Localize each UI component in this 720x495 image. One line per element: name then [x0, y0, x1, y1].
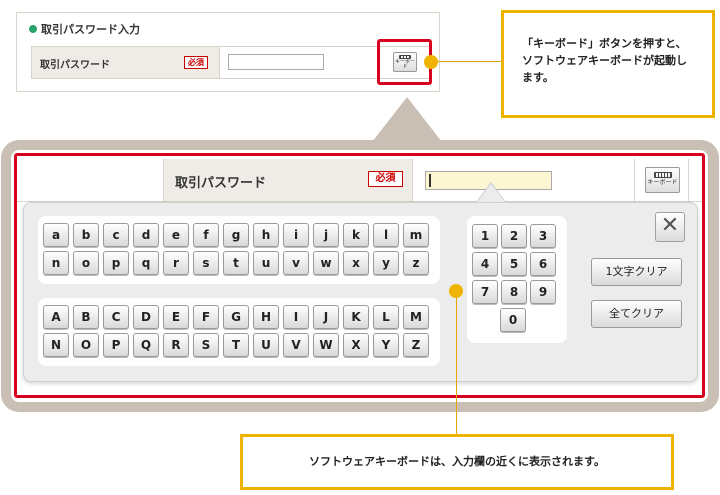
- lowercase-letter-key[interactable]: z: [403, 251, 429, 275]
- keyboard-button-large[interactable]: キーボード: [645, 167, 680, 193]
- lowercase-letter-key[interactable]: b: [73, 223, 99, 247]
- lowercase-key-group: abcdefghijklm nopqrstuvwxyz: [38, 216, 440, 284]
- callout-keyboard-position: ソフトウェアキーボードは、入力欄の近くに表示されます。: [240, 434, 674, 490]
- uppercase-letter-key[interactable]: M: [403, 305, 429, 329]
- number-key[interactable]: 6: [530, 252, 556, 276]
- required-badge: 必須: [184, 56, 208, 69]
- password-label-cell: 取引パスワード 必須: [32, 47, 220, 78]
- uppercase-letter-key[interactable]: R: [163, 333, 189, 357]
- uppercase-letter-key[interactable]: U: [253, 333, 279, 357]
- callout-connector-bottom: [456, 296, 457, 434]
- lowercase-letter-key[interactable]: l: [373, 223, 399, 247]
- lowercase-letter-key[interactable]: g: [223, 223, 249, 247]
- lowercase-letter-key[interactable]: o: [73, 251, 99, 275]
- number-key[interactable]: 8: [501, 280, 527, 304]
- uppercase-letter-key[interactable]: X: [343, 333, 369, 357]
- text-caret: [429, 174, 431, 187]
- uppercase-letter-key[interactable]: G: [223, 305, 249, 329]
- uppercase-letter-key[interactable]: N: [43, 333, 69, 357]
- lowercase-letter-key[interactable]: c: [103, 223, 129, 247]
- callout-connector-top: [437, 61, 501, 62]
- number-key[interactable]: 4: [472, 252, 498, 276]
- callout-marker-top: [424, 55, 438, 69]
- keyboard-button-cell-large: キーボード: [634, 159, 689, 201]
- lowercase-letter-key[interactable]: e: [163, 223, 189, 247]
- close-keyboard-button[interactable]: ✕: [655, 212, 685, 242]
- uppercase-letter-key[interactable]: O: [73, 333, 99, 357]
- password-label: 取引パスワード: [40, 60, 110, 71]
- popup-arrow: [477, 184, 505, 202]
- lowercase-letter-key[interactable]: h: [253, 223, 279, 247]
- lowercase-letter-key[interactable]: v: [283, 251, 309, 275]
- uppercase-letter-key[interactable]: J: [313, 305, 339, 329]
- password-input[interactable]: [228, 54, 324, 70]
- uppercase-letter-key[interactable]: C: [103, 305, 129, 329]
- lowercase-letter-key[interactable]: i: [283, 223, 309, 247]
- uppercase-letter-key[interactable]: L: [373, 305, 399, 329]
- number-key[interactable]: 7: [472, 280, 498, 304]
- section-title: 取引パスワード入力: [29, 21, 140, 37]
- lowercase-letter-key[interactable]: p: [103, 251, 129, 275]
- uppercase-letter-key[interactable]: K: [343, 305, 369, 329]
- number-key[interactable]: 3: [530, 224, 556, 248]
- password-label-large: 取引パスワード: [175, 176, 267, 191]
- lowercase-keys: abcdefghijklm nopqrstuvwxyz: [43, 223, 435, 275]
- uppercase-keys: ABCDEFGHIJKLM NOPQRSTUVWXYZ: [43, 305, 435, 357]
- number-key[interactable]: 0: [500, 308, 526, 332]
- clear-all-button[interactable]: 全てクリア: [591, 300, 682, 328]
- callout-keyboard-button: 「キーボード」ボタンを押すと、ソフトウェアキーボードが起動します。: [501, 10, 715, 118]
- lowercase-letter-key[interactable]: k: [343, 223, 369, 247]
- uppercase-letter-key[interactable]: B: [73, 305, 99, 329]
- number-key[interactable]: 2: [501, 224, 527, 248]
- lowercase-letter-key[interactable]: s: [193, 251, 219, 275]
- uppercase-letter-key[interactable]: P: [103, 333, 129, 357]
- uppercase-letter-key[interactable]: D: [133, 305, 159, 329]
- lowercase-letter-key[interactable]: q: [133, 251, 159, 275]
- password-label-cell-large: 取引パスワード 必須: [163, 159, 413, 201]
- uppercase-letter-key[interactable]: W: [313, 333, 339, 357]
- lowercase-letter-key[interactable]: j: [313, 223, 339, 247]
- zoom-pointer: [372, 97, 442, 142]
- clear-one-char-button[interactable]: 1文字クリア: [591, 258, 682, 286]
- lowercase-letter-key[interactable]: y: [373, 251, 399, 275]
- lowercase-letter-key[interactable]: w: [313, 251, 339, 275]
- section-title-text: 取引パスワード入力: [41, 23, 140, 36]
- lowercase-letter-key[interactable]: r: [163, 251, 189, 275]
- uppercase-letter-key[interactable]: V: [283, 333, 309, 357]
- uppercase-letter-key[interactable]: A: [43, 305, 69, 329]
- password-row: 取引パスワード 必須 キーボード: [31, 46, 431, 79]
- lowercase-letter-key[interactable]: n: [43, 251, 69, 275]
- keyboard-button-label-large: キーボード: [647, 179, 678, 186]
- uppercase-letter-key[interactable]: E: [163, 305, 189, 329]
- uppercase-letter-key[interactable]: S: [193, 333, 219, 357]
- lowercase-letter-key[interactable]: t: [223, 251, 249, 275]
- lowercase-letter-key[interactable]: a: [43, 223, 69, 247]
- number-key-group: 123 456 7890: [467, 216, 567, 343]
- uppercase-letter-key[interactable]: I: [283, 305, 309, 329]
- uppercase-letter-key[interactable]: Z: [403, 333, 429, 357]
- lowercase-letter-key[interactable]: x: [343, 251, 369, 275]
- keyboard-icon: [653, 172, 672, 178]
- uppercase-letter-key[interactable]: T: [223, 333, 249, 357]
- number-key[interactable]: 1: [472, 224, 498, 248]
- lowercase-letter-key[interactable]: d: [133, 223, 159, 247]
- lowercase-letter-key[interactable]: m: [403, 223, 429, 247]
- number-key[interactable]: 9: [530, 280, 556, 304]
- number-keys: 123 456 7890: [472, 224, 564, 332]
- lowercase-letter-key[interactable]: f: [193, 223, 219, 247]
- bullet-icon: [29, 25, 37, 33]
- uppercase-letter-key[interactable]: Q: [133, 333, 159, 357]
- number-key[interactable]: 5: [501, 252, 527, 276]
- uppercase-letter-key[interactable]: H: [253, 305, 279, 329]
- lowercase-letter-key[interactable]: u: [253, 251, 279, 275]
- uppercase-key-group: ABCDEFGHIJKLM NOPQRSTUVWXYZ: [38, 298, 440, 366]
- uppercase-letter-key[interactable]: F: [193, 305, 219, 329]
- uppercase-letter-key[interactable]: Y: [373, 333, 399, 357]
- required-badge-large: 必須: [368, 171, 403, 187]
